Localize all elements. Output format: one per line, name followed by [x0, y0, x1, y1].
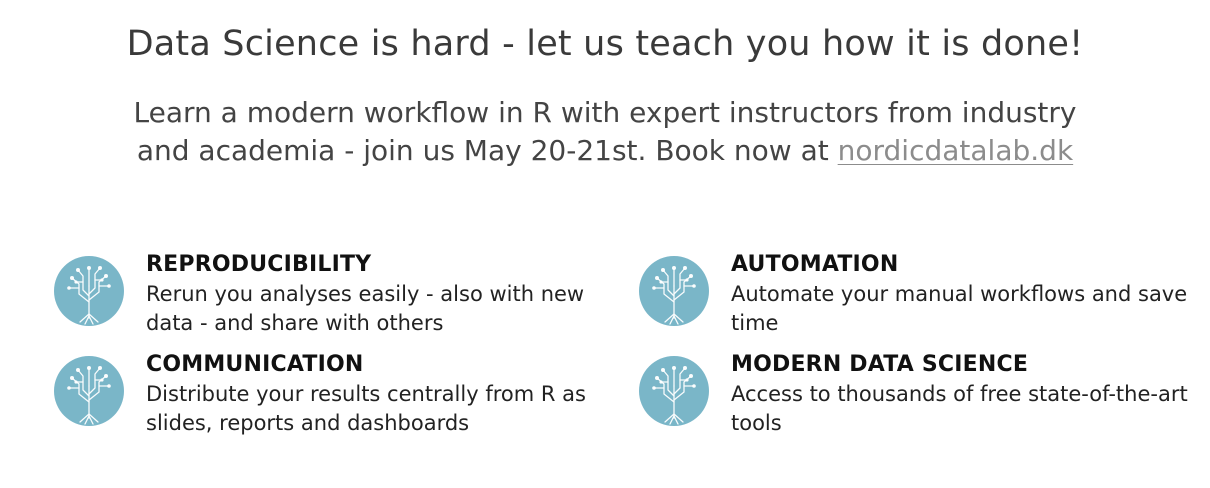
feature-description: Access to thousands of free state-of-the…	[731, 382, 1188, 435]
feature-description: Rerun you analyses easily - also with ne…	[146, 282, 585, 335]
feature-communication: COMMUNICATION Distribute your results ce…	[54, 352, 586, 442]
tree-circuit-icon	[54, 256, 124, 326]
feature-description: Automate your manual workflows and save …	[731, 282, 1188, 335]
tree-circuit-icon	[639, 256, 709, 326]
feature-modern-data-science: MODERN DATA SCIENCE Access to thousands …	[639, 352, 1188, 442]
tree-circuit-icon	[54, 356, 124, 426]
feature-title: COMMUNICATION	[146, 352, 364, 377]
tree-circuit-icon	[639, 356, 709, 426]
feature-title: MODERN DATA SCIENCE	[731, 352, 1029, 377]
headline: Data Science is hard - let us teach you …	[126, 24, 1084, 64]
booking-link[interactable]: nordicdatalab.dk	[838, 134, 1074, 167]
feature-description: Distribute your results centrally from R…	[146, 382, 586, 435]
promo-banner: Data Science is hard - let us teach you …	[0, 0, 1210, 488]
feature-automation: AUTOMATION Automate your manual workflow…	[639, 252, 1187, 342]
subheadline: Learn a modern workflow in R with expert…	[105, 94, 1105, 170]
feature-title: AUTOMATION	[731, 252, 899, 277]
feature-reproducibility: REPRODUCIBILITY Rerun you analyses easil…	[54, 252, 584, 342]
feature-title: REPRODUCIBILITY	[146, 252, 372, 277]
